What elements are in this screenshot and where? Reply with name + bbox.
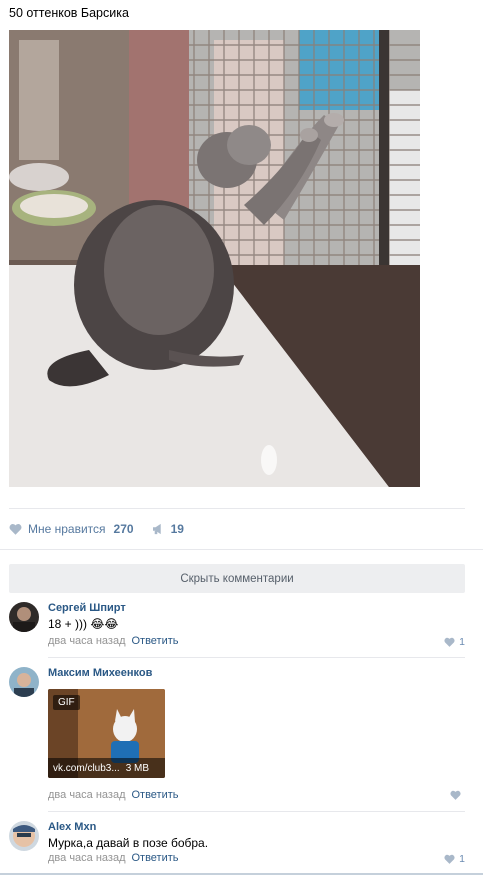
avatar[interactable] (9, 667, 39, 697)
post-text: 50 оттенков Барсика (9, 6, 129, 20)
divider (48, 811, 465, 812)
comment-item: Сергей Шпирт 18 + ))) 😂😂 два часа назад О… (9, 602, 465, 658)
comment-text: Мурка,а давай в позе бобра. (48, 836, 209, 850)
divider (0, 549, 483, 550)
reply-link[interactable]: Ответить (131, 852, 178, 864)
post-actions: Мне нравится 270 19 (9, 519, 184, 539)
comment-author[interactable]: Сергей Шпирт (48, 602, 126, 614)
comment-like-count: 1 (459, 636, 465, 648)
like-button[interactable]: Мне нравится 270 (9, 522, 134, 536)
reply-link[interactable]: Ответить (131, 789, 178, 801)
hide-comments-button[interactable]: Скрыть комментарии (9, 564, 465, 593)
comment-item: Максим Михеенков GIF vk.com/club3... 3 M… (9, 667, 465, 807)
avatar[interactable] (9, 602, 39, 632)
megaphone-icon (152, 523, 166, 535)
heart-icon (444, 854, 455, 864)
comment-time: два часа назад (48, 852, 126, 864)
comment-time: два часа назад (48, 789, 126, 801)
comment-like-button[interactable] (450, 790, 465, 800)
comment-like-count: 1 (459, 853, 465, 865)
share-count: 19 (170, 522, 184, 536)
comment-item: Alex Mxn Мурка,а давай в позе бобра. два… (9, 821, 465, 869)
gif-attachment[interactable]: GIF vk.com/club3... 3 MB (48, 689, 165, 778)
comment-author[interactable]: Максим Михеенков (48, 667, 152, 679)
comment-text: 18 + ))) 😂😂 (48, 617, 119, 631)
avatar[interactable] (9, 821, 39, 851)
comment-meta: два часа назад Ответить (48, 789, 179, 801)
share-button[interactable]: 19 (152, 522, 184, 536)
heart-icon (9, 523, 22, 535)
gif-badge: GIF (53, 695, 80, 710)
reply-link[interactable]: Ответить (131, 635, 178, 647)
like-label: Мне нравится (28, 522, 106, 536)
post-photo[interactable] (9, 30, 420, 487)
divider (48, 657, 465, 658)
comment-time: два часа назад (48, 635, 126, 647)
comment-meta: два часа назад Ответить (48, 635, 179, 647)
comment-like-button[interactable]: 1 (444, 853, 465, 865)
gif-caption: vk.com/club3... 3 MB (48, 758, 165, 778)
comment-meta: два часа назад Ответить (48, 852, 179, 864)
comment-author[interactable]: Alex Mxn (48, 821, 96, 833)
heart-icon (450, 790, 461, 800)
like-count: 270 (113, 522, 134, 536)
heart-icon (444, 637, 455, 647)
divider (9, 508, 465, 509)
comment-like-button[interactable]: 1 (444, 636, 465, 648)
gif-size: 3 MB (125, 762, 150, 774)
gif-source: vk.com/club3... (53, 762, 120, 774)
cat-photo-illustration (9, 30, 420, 487)
